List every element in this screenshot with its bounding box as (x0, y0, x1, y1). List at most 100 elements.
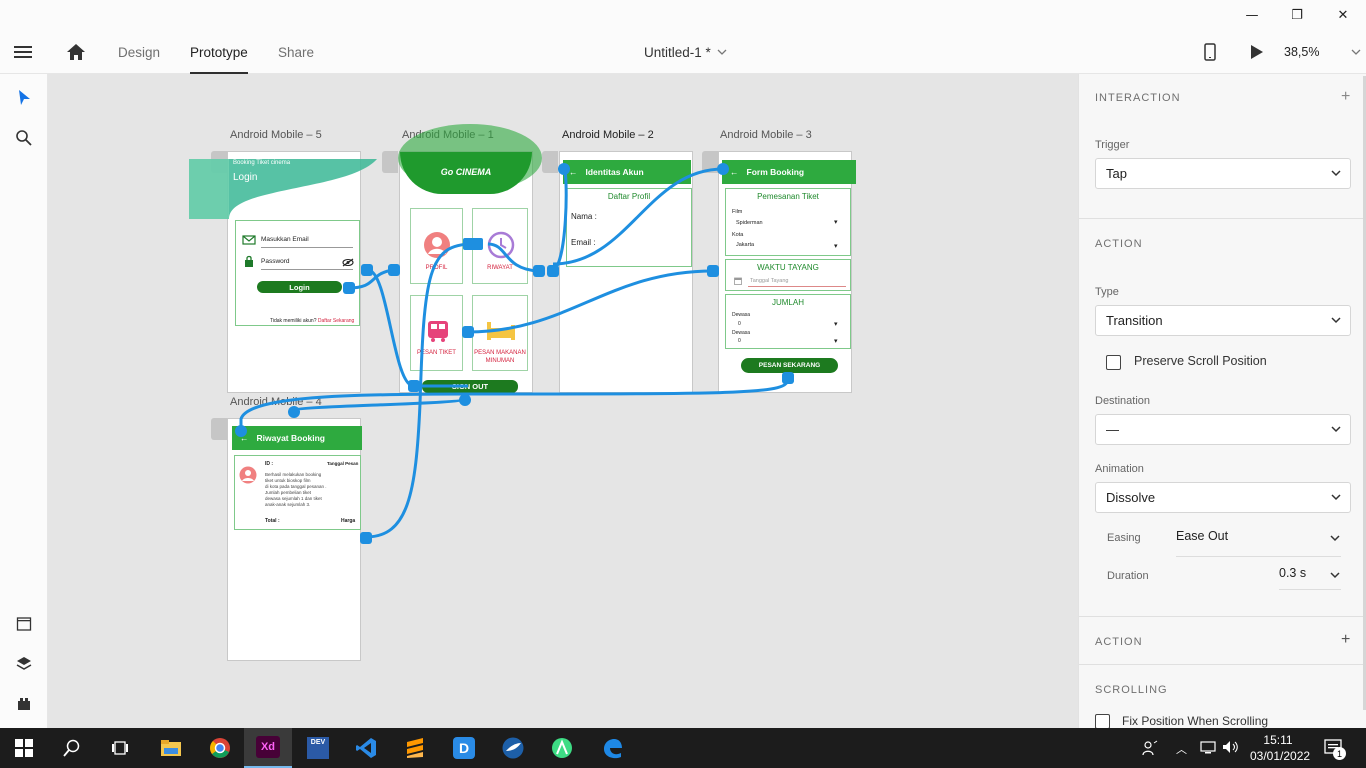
dev-cpp-icon[interactable]: DEV (294, 728, 342, 768)
network-icon[interactable] (1200, 740, 1216, 759)
wire-handle (558, 163, 570, 175)
chevron-down-icon (1331, 317, 1341, 324)
app-bird-icon[interactable] (489, 728, 537, 768)
vscode-icon[interactable] (342, 728, 390, 768)
task-view-icon[interactable] (96, 728, 144, 768)
notification-icon[interactable]: 1 (1324, 739, 1346, 762)
property-inspector: INTERACTION + Trigger Tap ACTION Type Tr… (1078, 74, 1366, 728)
clock-time: 15:11 (1263, 733, 1293, 747)
minimize-button[interactable]: — (1229, 0, 1275, 30)
wire-handle (717, 163, 729, 175)
device-preview-icon[interactable] (1204, 30, 1216, 74)
type-select[interactable]: Transition (1095, 305, 1351, 336)
android-studio-icon[interactable] (538, 728, 586, 768)
type-value: Transition (1106, 313, 1163, 328)
divider (1079, 218, 1366, 219)
layers-icon[interactable] (12, 652, 36, 676)
clock-date: 03/01/2022 (1250, 749, 1311, 763)
chevron-down-icon (1331, 426, 1341, 433)
windows-icon[interactable] (0, 728, 48, 768)
wire-handle (459, 394, 471, 406)
wire-handle (235, 425, 247, 437)
chevron-down-icon (1331, 170, 1341, 177)
preserve-scroll-checkbox[interactable] (1106, 355, 1121, 370)
animation-label: Animation (1095, 463, 1144, 475)
easing-value: Ease Out (1176, 529, 1229, 543)
close-button[interactable]: ✕ (1320, 0, 1366, 30)
destination-label: Destination (1095, 395, 1151, 407)
tab-share[interactable]: Share (278, 30, 314, 74)
easing-select[interactable]: Ease Out (1176, 529, 1341, 557)
zoom-tool-icon[interactable] (12, 126, 36, 150)
trigger-select[interactable]: Tap (1095, 158, 1351, 189)
zoom-dropdown[interactable]: 38,5% (1284, 30, 1361, 74)
wire-home-signout-to-login (367, 268, 468, 388)
chrome-icon[interactable] (196, 728, 244, 768)
wire-handle (388, 264, 400, 276)
duration-input[interactable]: 0.3 s (1279, 566, 1341, 590)
destination-select[interactable]: — (1095, 414, 1351, 445)
edge-icon[interactable] (588, 728, 636, 768)
notification-count: 1 (1333, 747, 1346, 760)
document-title-text: Untitled-1 * (644, 44, 711, 60)
search-icon[interactable] (48, 728, 96, 768)
wire-identitas-back (550, 167, 568, 273)
top-toolbar: Design Prototype Share Untitled-1 * 38,5… (0, 30, 1366, 74)
duration-label: Duration (1107, 570, 1149, 582)
tab-prototype[interactable]: Prototype (190, 30, 248, 74)
adobe-xd-icon[interactable]: Xd (244, 728, 292, 768)
prototype-canvas[interactable]: Android Mobile – 5 Android Mobile – 1 An… (48, 74, 1078, 728)
easing-label: Easing (1107, 532, 1141, 544)
chevron-down-icon (1331, 494, 1341, 501)
prototype-wires[interactable] (48, 74, 1078, 728)
left-tool-bar (0, 74, 48, 728)
select-tool-icon[interactable] (12, 86, 36, 110)
type-label: Type (1095, 286, 1119, 298)
section-header: SCROLLING (1095, 684, 1168, 696)
hamburger-menu-icon[interactable] (14, 30, 34, 74)
app-d-icon[interactable]: D (440, 728, 488, 768)
taskbar: Xd DEV D ︿ 15:11 03/01/2022 1 (0, 728, 1366, 768)
plugins-icon[interactable] (12, 692, 36, 716)
title-bar: — ❐ ✕ (0, 0, 1366, 30)
wire-form-back (552, 167, 724, 266)
wire-riwayat-to-mobile2 (487, 242, 539, 273)
animation-value: Dissolve (1106, 490, 1156, 505)
wire-handle (707, 265, 719, 277)
document-title[interactable]: Untitled-1 * (644, 30, 727, 74)
add-action-icon[interactable]: + (1341, 631, 1350, 649)
sublime-icon[interactable] (391, 728, 439, 768)
clock[interactable]: 15:11 03/01/2022 (1250, 732, 1311, 764)
wire-handle (547, 265, 559, 277)
wire-handle (462, 326, 474, 338)
wire-handle (463, 238, 483, 250)
chevron-down-icon (1330, 535, 1340, 542)
wire-handle (288, 406, 300, 418)
restore-button[interactable]: ❐ (1274, 0, 1320, 30)
wire-pesan-tiket-to-form (467, 269, 714, 334)
preserve-scroll-label: Preserve Scroll Position (1134, 354, 1267, 368)
play-preview-icon[interactable] (1250, 30, 1264, 74)
home-icon[interactable] (66, 30, 86, 74)
section-header: ACTION (1095, 636, 1143, 648)
wire-handle (408, 380, 420, 392)
chevron-down-icon (717, 49, 727, 55)
wire-pesan-sekarang-to-riwayat (239, 378, 790, 431)
destination-value: — (1106, 422, 1119, 437)
divider (1079, 664, 1366, 665)
animation-select[interactable]: Dissolve (1095, 482, 1351, 513)
trigger-value: Tap (1106, 166, 1127, 181)
wire-handle (360, 532, 372, 544)
chevron-up-icon[interactable]: ︿ (1176, 741, 1187, 757)
assets-icon[interactable] (12, 612, 36, 636)
fix-position-label: Fix Position When Scrolling (1122, 714, 1269, 728)
tab-design[interactable]: Design (118, 30, 160, 74)
people-icon[interactable] (1126, 728, 1174, 768)
add-interaction-icon[interactable]: + (1341, 88, 1350, 106)
wire-mobile1-to-riwayat (293, 397, 465, 412)
section-header: ACTION (1095, 238, 1143, 250)
file-explorer-icon[interactable] (147, 728, 195, 768)
trigger-label: Trigger (1095, 139, 1130, 151)
volume-icon[interactable] (1222, 740, 1240, 759)
fix-position-checkbox[interactable] (1095, 714, 1110, 728)
